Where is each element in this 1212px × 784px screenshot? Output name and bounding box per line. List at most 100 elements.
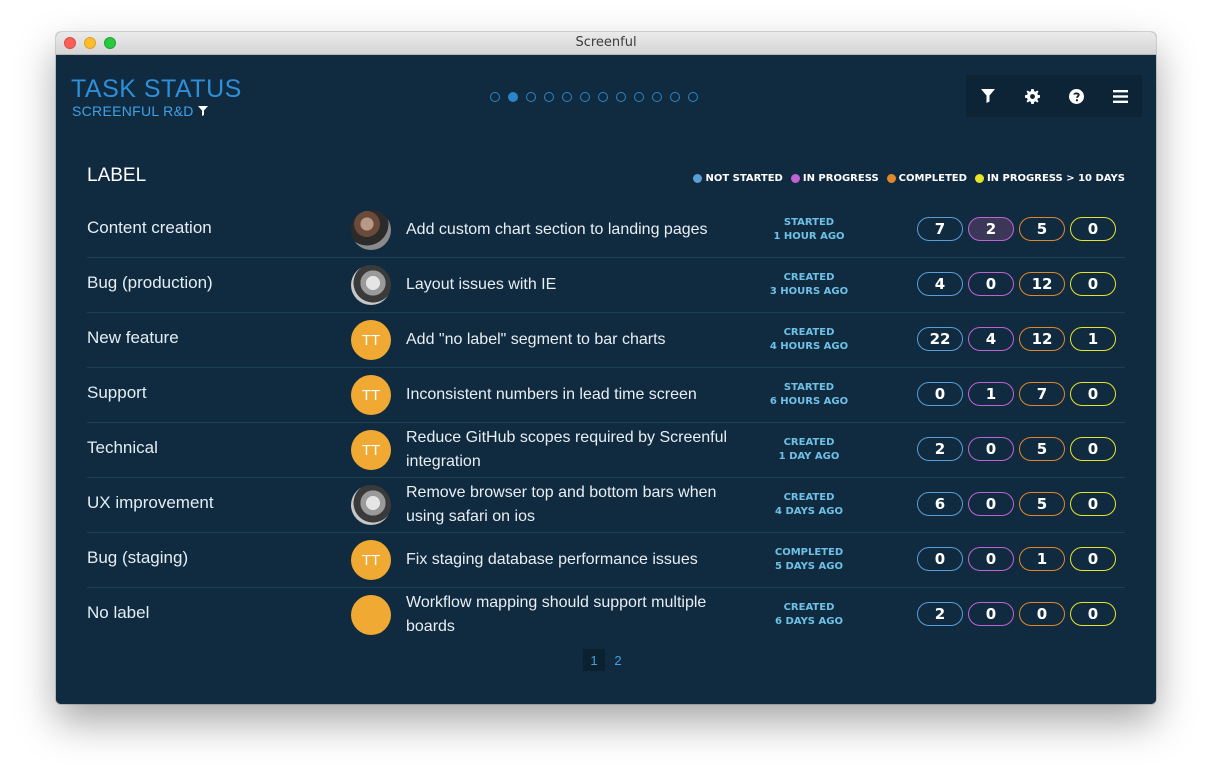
task-title[interactable]: Fix staging database performance issues (406, 533, 751, 587)
task-title[interactable]: Add custom chart section to landing page… (406, 203, 751, 257)
task-title-text: Add custom chart section to landing page… (406, 221, 708, 238)
task-title-text: Inconsistent numbers in lead time screen (406, 386, 697, 403)
in-progress-count[interactable]: 0 (968, 492, 1014, 516)
legend-item: IN PROGRESS > 10 DAYS (974, 173, 1125, 184)
table-row[interactable]: Technical TT Reduce GitHub scopes required… (87, 423, 1125, 478)
close-window-button[interactable] (64, 37, 76, 49)
task-title-text: Layout issues with IE (406, 276, 557, 293)
status-counts: 0170 (917, 382, 1116, 406)
status-counts: 2000 (917, 602, 1116, 626)
legend-label: IN PROGRESS (802, 173, 879, 184)
completed-count[interactable]: 12 (1019, 272, 1065, 296)
completed-count[interactable]: 5 (1019, 492, 1065, 516)
in-progress-count[interactable]: 0 (968, 437, 1014, 461)
long-in-progress-count[interactable]: 0 (1070, 217, 1116, 241)
completed-count[interactable]: 7 (1019, 382, 1065, 406)
not-started-count[interactable]: 6 (917, 492, 963, 516)
status-text: CREATED (783, 272, 835, 283)
in-progress-count[interactable]: 4 (968, 327, 1014, 351)
menu-button[interactable] (1098, 75, 1142, 117)
screen-dot[interactable] (616, 92, 626, 102)
task-title[interactable]: Reduce GitHub scopes required by Screenf… (406, 423, 751, 477)
status-legend: NOT STARTED IN PROGRESS COMPLETED IN PROGRE… (693, 173, 1125, 184)
long-in-progress-count[interactable]: 0 (1070, 272, 1116, 296)
settings-button[interactable] (1010, 75, 1054, 117)
screen-dot[interactable] (526, 92, 536, 102)
task-title[interactable]: Workflow mapping should support multiple… (406, 588, 751, 642)
filter-button[interactable] (966, 75, 1010, 117)
row-label: Content creation (87, 218, 212, 237)
task-title[interactable]: Inconsistent numbers in lead time screen (406, 368, 751, 422)
help-button[interactable] (1054, 75, 1098, 117)
not-started-count[interactable]: 2 (917, 437, 963, 461)
not-started-count[interactable]: 22 (917, 327, 963, 351)
hamburger-icon (1112, 89, 1128, 103)
status-counts: 7250 (917, 217, 1116, 241)
screen-dot[interactable] (670, 92, 680, 102)
avatar: TT (351, 375, 391, 415)
task-title-text: Add "no label" segment to bar charts (406, 331, 666, 348)
task-title[interactable]: Add "no label" segment to bar charts (406, 313, 751, 367)
completed-count[interactable]: 5 (1019, 437, 1065, 461)
avatar: TT (351, 430, 391, 470)
in-progress-count[interactable]: 0 (968, 272, 1014, 296)
row-label: Bug (production) (87, 273, 213, 292)
screen-dot[interactable] (688, 92, 698, 102)
completed-count[interactable]: 12 (1019, 327, 1065, 351)
window-title: Screenful (575, 35, 637, 50)
screen-dot[interactable] (562, 92, 572, 102)
legend-label: IN PROGRESS > 10 DAYS (986, 173, 1125, 184)
task-title[interactable]: Layout issues with IE (406, 258, 751, 312)
screen-dot[interactable] (598, 92, 608, 102)
long-in-progress-count[interactable]: 0 (1070, 492, 1116, 516)
zoom-window-button[interactable] (104, 37, 116, 49)
toolbar (966, 75, 1142, 117)
long-in-progress-count[interactable]: 0 (1070, 437, 1116, 461)
task-status: STARTED 6 HOURS AGO (763, 381, 855, 409)
not-started-count[interactable]: 0 (917, 382, 963, 406)
app-content: TASK STATUS SCREENFUL R&D LABEL NOT STAR… (56, 55, 1156, 704)
screen-dot[interactable] (580, 92, 590, 102)
long-in-progress-count[interactable]: 0 (1070, 602, 1116, 626)
table-row[interactable]: New feature TT Add "no label" segment to b… (87, 313, 1125, 368)
completed-count[interactable]: 5 (1019, 217, 1065, 241)
long-in-progress-count[interactable]: 0 (1070, 382, 1116, 406)
table-row[interactable]: Support TT Inconsistent numbers in lead ti… (87, 368, 1125, 423)
screen-dot[interactable] (490, 92, 500, 102)
not-started-count[interactable]: 4 (917, 272, 963, 296)
table-row[interactable]: Content creation Add custom chart section… (87, 203, 1125, 258)
completed-count[interactable]: 1 (1019, 547, 1065, 571)
completed-count[interactable]: 0 (1019, 602, 1065, 626)
in-progress-count[interactable]: 1 (968, 382, 1014, 406)
screen-dot[interactable] (652, 92, 662, 102)
legend-swatch (886, 174, 896, 183)
label-column-heading: LABEL (87, 165, 147, 186)
page-link[interactable]: 2 (607, 649, 629, 671)
screen-dot[interactable] (634, 92, 644, 102)
status-counts: 22 4 12 1 (917, 327, 1116, 351)
long-in-progress-count[interactable]: 1 (1070, 327, 1116, 351)
row-label: Support (87, 383, 147, 402)
table-row[interactable]: No label Workflow mapping should support … (87, 588, 1125, 642)
page-link[interactable]: 1 (583, 649, 605, 671)
not-started-count[interactable]: 7 (917, 217, 963, 241)
in-progress-count[interactable]: 2 (968, 217, 1014, 241)
table-row[interactable]: Bug (production) Layout issues with IE CRE… (87, 258, 1125, 313)
not-started-count[interactable]: 2 (917, 602, 963, 626)
not-started-count[interactable]: 0 (917, 547, 963, 571)
screen-dot[interactable] (544, 92, 554, 102)
task-title[interactable]: Remove browser top and bottom bars when … (406, 478, 751, 532)
table-row[interactable]: UX improvement Remove browser top and bot… (87, 478, 1125, 533)
status-time: 4 DAYS AGO (775, 506, 843, 517)
table-row[interactable]: Bug (staging) TT Fix staging database perf… (87, 533, 1125, 588)
task-status: CREATED 6 DAYS AGO (763, 601, 855, 629)
board-selector[interactable]: SCREENFUL R&D (72, 103, 208, 119)
legend-swatch (974, 174, 984, 183)
in-progress-count[interactable]: 0 (968, 547, 1014, 571)
avatar (351, 595, 391, 635)
screen-dot[interactable] (508, 92, 518, 102)
status-text: COMPLETED (774, 547, 844, 558)
in-progress-count[interactable]: 0 (968, 602, 1014, 626)
minimize-window-button[interactable] (84, 37, 96, 49)
long-in-progress-count[interactable]: 0 (1070, 547, 1116, 571)
